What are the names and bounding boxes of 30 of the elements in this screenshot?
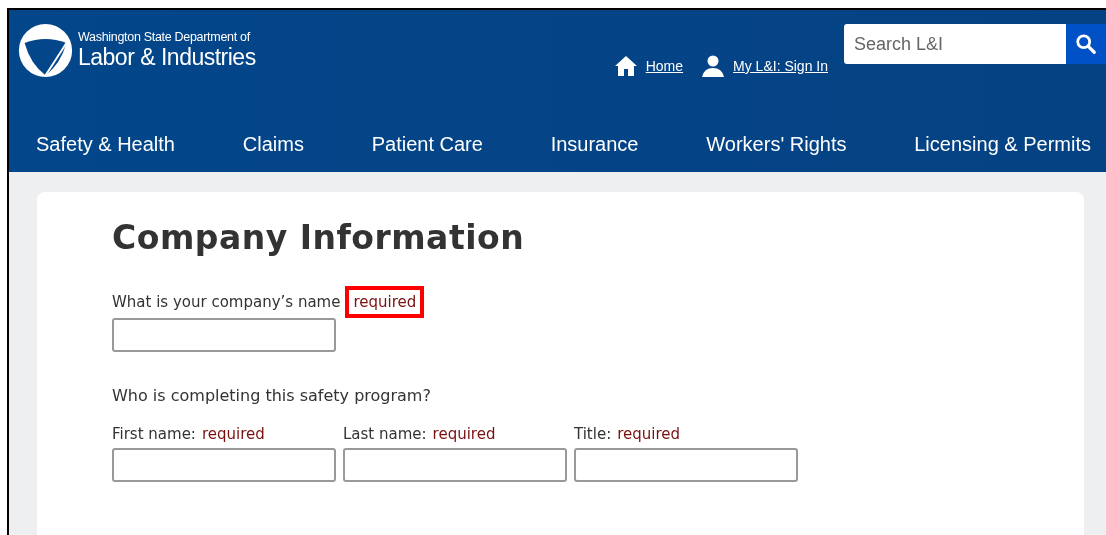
agency-name: Labor & Industries	[78, 44, 256, 71]
input-field[interactable]	[343, 448, 567, 482]
required-marker: required	[345, 286, 425, 318]
input-field[interactable]	[112, 318, 336, 352]
required-marker: required	[200, 425, 266, 443]
search-icon	[1075, 33, 1097, 55]
search-button[interactable]	[1066, 24, 1106, 64]
nav-item[interactable]: Licensing & Permits	[914, 132, 1091, 156]
required-marker: required	[431, 425, 497, 443]
nav-item[interactable]: Insurance	[550, 132, 639, 156]
nav-item[interactable]: Claims	[242, 132, 304, 156]
field-label: Last name:	[343, 425, 427, 443]
logo-icon	[17, 22, 74, 79]
nav-item[interactable]: Workers' Rights	[706, 132, 847, 156]
input-field[interactable]	[112, 448, 336, 482]
agency-line: Washington State Department of	[78, 30, 252, 44]
header-link[interactable]: My L&I: Sign In	[733, 58, 828, 74]
nav-item[interactable]: Safety & Health	[36, 132, 175, 156]
home-icon	[613, 54, 638, 78]
person-icon	[701, 54, 726, 78]
page-title: Company Information	[112, 218, 526, 257]
required-marker: required	[616, 425, 682, 443]
field-label: What is your company’s name	[112, 293, 341, 311]
search-field[interactable]: Search L&I	[844, 24, 1066, 64]
header-link[interactable]: Home	[645, 58, 684, 74]
field-label: First name:	[112, 425, 196, 443]
input-field[interactable]	[574, 448, 798, 482]
section-label: Who is completing this safety program?	[112, 386, 432, 405]
field-label: Title:	[574, 425, 612, 443]
nav-item[interactable]: Patient Care	[371, 132, 483, 156]
